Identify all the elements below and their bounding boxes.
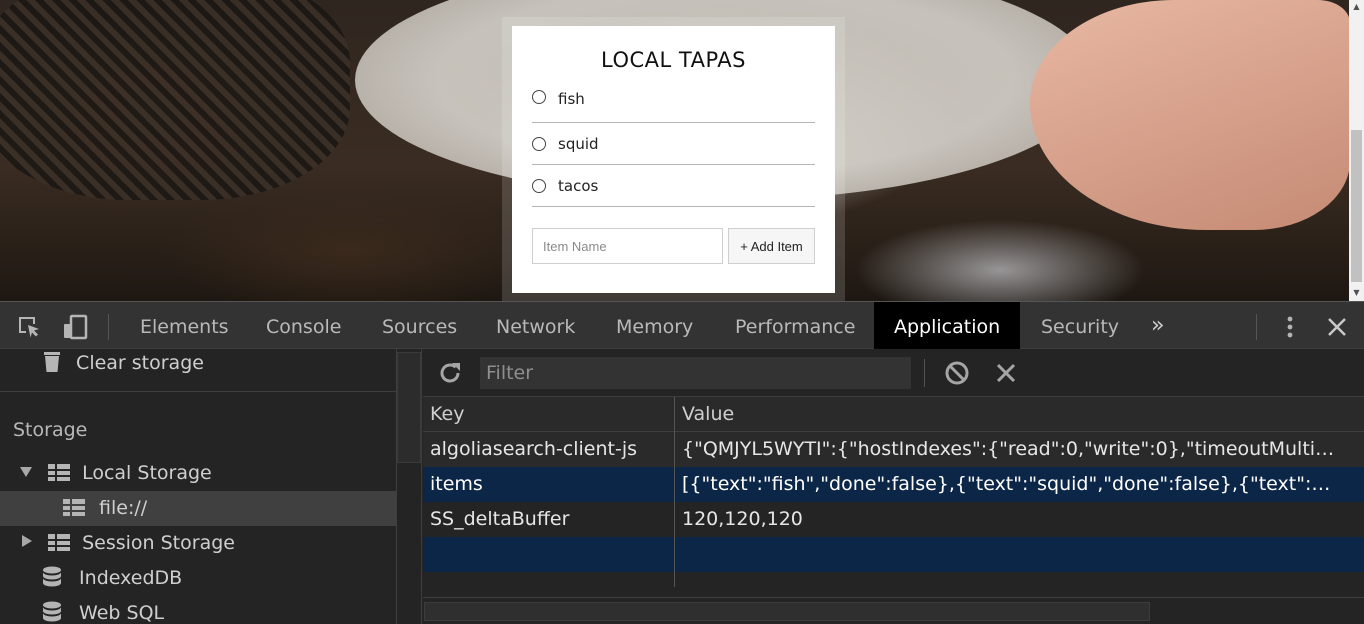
tab-security[interactable]: Security xyxy=(1041,302,1119,350)
sidebar-scrollbar[interactable] xyxy=(397,349,422,624)
sidebar-item-clear-storage[interactable]: Clear storage xyxy=(0,349,396,381)
list-item[interactable]: fish xyxy=(532,90,815,123)
database-icon xyxy=(42,565,62,587)
table-row[interactable]: SS_deltaBuffer 120,120,120 xyxy=(423,502,1364,537)
key-cell: algoliasearch-client-js xyxy=(430,438,637,460)
item-checkbox[interactable] xyxy=(532,136,546,151)
sidebar-item-websql[interactable]: Web SQL xyxy=(0,596,396,624)
sidebar-item-label: IndexedDB xyxy=(79,567,183,589)
page-viewport: LOCAL TAPAS fish squid tacos + Add Item … xyxy=(0,0,1364,301)
horizontal-scrollbar[interactable] xyxy=(423,597,1364,624)
local-storage-panel: Key Value algoliasearch-client-js {"QMJY… xyxy=(423,349,1364,624)
tab-performance[interactable]: Performance xyxy=(735,302,855,350)
list-item[interactable]: squid xyxy=(532,123,815,165)
add-item-button[interactable]: + Add Item xyxy=(728,228,815,264)
sidebar-item-label: Clear storage xyxy=(76,352,204,374)
sidebar-item-indexeddb[interactable]: IndexedDB xyxy=(0,561,396,596)
sidebar-divider xyxy=(0,391,396,392)
scroll-down-icon[interactable]: ▼ xyxy=(1352,289,1361,297)
column-divider[interactable] xyxy=(674,397,675,587)
key-cell: items xyxy=(430,473,483,495)
scroll-up-icon[interactable]: ▲ xyxy=(1352,3,1361,11)
storage-table-icon xyxy=(48,534,71,551)
tab-application[interactable]: Application xyxy=(874,302,1021,350)
item-label: squid xyxy=(558,134,599,153)
trash-icon xyxy=(42,350,62,372)
value-cell: {"QMJYL5WYTI":{"hostIndexes":{"read":0,"… xyxy=(682,438,1335,460)
tab-console[interactable]: Console xyxy=(266,302,341,350)
add-item-form: + Add Item xyxy=(532,228,815,264)
list-item[interactable]: tacos xyxy=(532,165,815,207)
devtools-panel: Elements Console Sources Network Memory … xyxy=(0,301,1364,624)
scrollbar-thumb[interactable] xyxy=(1351,130,1362,282)
table-row[interactable]: items [{"text":"fish","done":false},{"te… xyxy=(423,467,1364,502)
device-toolbar-icon[interactable] xyxy=(62,314,88,340)
app-title: LOCAL TAPAS xyxy=(601,48,746,72)
item-name-input[interactable] xyxy=(532,228,723,264)
sidebar-item-local-origin[interactable]: file:// xyxy=(0,491,396,526)
expand-arrow-icon[interactable] xyxy=(22,535,32,547)
devtools-tabbar: Elements Console Sources Network Memory … xyxy=(0,301,1364,350)
close-devtools-icon[interactable] xyxy=(1324,314,1350,340)
hand-image xyxy=(1030,0,1350,230)
refresh-icon[interactable] xyxy=(437,360,463,386)
value-cell: 120,120,120 xyxy=(682,508,803,530)
value-cell: [{"text":"fish","done":false},{"text":"s… xyxy=(682,473,1335,495)
application-sidebar: Clear storage Storage Local Storage file… xyxy=(0,349,397,624)
tapas-card: LOCAL TAPAS fish squid tacos + Add Item xyxy=(512,26,835,293)
scrollbar-thumb[interactable] xyxy=(424,602,1150,621)
inspect-element-icon[interactable] xyxy=(16,314,42,340)
clear-all-icon[interactable] xyxy=(944,360,970,386)
bread-basket-image xyxy=(0,0,350,200)
empty-new-row[interactable] xyxy=(423,537,1364,572)
sidebar-item-local-storage[interactable]: Local Storage xyxy=(0,456,396,491)
toolbar-divider xyxy=(1256,314,1257,340)
scrollbar-thumb[interactable] xyxy=(397,352,421,463)
storage-section-heading: Storage xyxy=(13,419,88,441)
filter-input[interactable] xyxy=(480,357,911,389)
column-header-value[interactable]: Value xyxy=(675,397,1364,432)
table-row[interactable]: algoliasearch-client-js {"QMJYL5WYTI":{"… xyxy=(423,432,1364,467)
kebab-menu-icon[interactable] xyxy=(1277,314,1303,340)
plates-list: fish squid tacos xyxy=(532,90,815,207)
toolbar-divider xyxy=(924,359,925,387)
toolbar-divider xyxy=(108,314,109,340)
item-label: fish xyxy=(558,90,585,108)
tab-elements[interactable]: Elements xyxy=(140,302,229,350)
expand-arrow-icon[interactable] xyxy=(20,467,32,477)
tab-network[interactable]: Network xyxy=(496,302,575,350)
sidebar-item-label: Session Storage xyxy=(82,532,235,554)
item-label: tacos xyxy=(558,176,599,195)
item-checkbox[interactable] xyxy=(532,178,546,193)
key-cell: SS_deltaBuffer xyxy=(430,508,570,530)
sidebar-item-label: file:// xyxy=(99,497,148,519)
page-scrollbar[interactable]: ▲ ▼ xyxy=(1349,0,1364,301)
column-header-key[interactable]: Key xyxy=(423,397,675,432)
sidebar-item-label: Web SQL xyxy=(79,602,165,624)
more-tabs-icon[interactable]: » xyxy=(1151,302,1164,350)
database-icon xyxy=(42,600,62,622)
storage-table-icon xyxy=(63,499,85,516)
sidebar-item-session-storage[interactable]: Session Storage xyxy=(0,526,396,561)
tab-memory[interactable]: Memory xyxy=(616,302,693,350)
storage-toolbar xyxy=(423,349,1364,397)
sidebar-item-label: Local Storage xyxy=(82,462,212,484)
storage-table-icon xyxy=(48,464,71,481)
tab-sources[interactable]: Sources xyxy=(382,302,457,350)
delete-selected-icon[interactable] xyxy=(993,360,1019,386)
item-checkbox[interactable] xyxy=(532,90,546,104)
